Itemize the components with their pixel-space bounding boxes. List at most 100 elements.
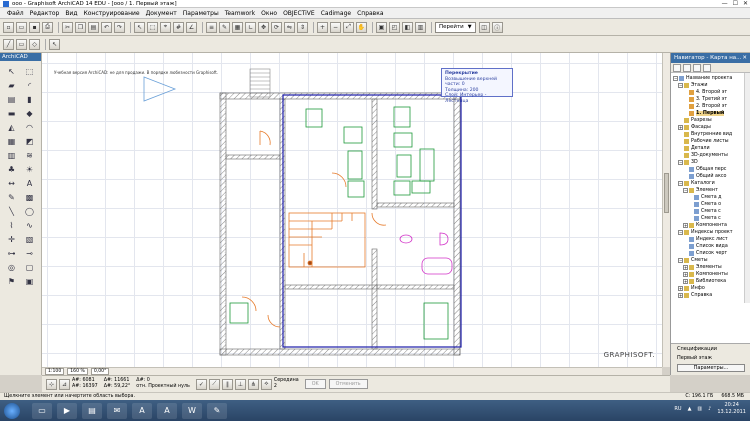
navigator-tree-item[interactable]: Общая перс [671, 166, 750, 173]
expand-toggle-icon[interactable]: − [678, 181, 683, 186]
navigator-tree-item[interactable]: Общий аксо [671, 173, 750, 180]
menu-objective[interactable]: OBJECTiVE [280, 10, 318, 17]
tray-arrow-icon[interactable]: ▲ [688, 406, 692, 412]
curtain-wall-icon[interactable]: ▥ [5, 149, 18, 161]
navigator-tree-item[interactable]: + Библиотека [671, 278, 750, 285]
arc-tool-icon[interactable]: ◯ [23, 205, 36, 217]
guide-icon[interactable]: ∠ [186, 21, 197, 33]
menu-help[interactable]: Справка [354, 10, 386, 17]
navigator-tree-item[interactable]: 3. Третий эт [671, 96, 750, 103]
minimize-button[interactable]: — [722, 0, 728, 7]
navigator-tree-item[interactable]: + Компоненты [671, 271, 750, 278]
navigator-scrollbar[interactable] [744, 73, 750, 303]
navigator-tree-item[interactable]: 4. Второй эт [671, 89, 750, 96]
expand-toggle-icon[interactable]: − [678, 230, 683, 235]
navigator-tree-item[interactable]: Рабочие листы [671, 138, 750, 145]
arrow-tool-icon[interactable]: ↖ [5, 65, 18, 77]
navigator-tree-item[interactable]: + Элементы [671, 264, 750, 271]
relative-coords-icon[interactable]: ⊿ [59, 378, 70, 390]
menu-cadimage[interactable]: Cadimage [318, 10, 354, 17]
expand-toggle-icon[interactable]: + [683, 279, 688, 284]
view-map-icon[interactable] [683, 64, 691, 72]
navigator-tree-item[interactable]: 1. Первый [671, 110, 750, 117]
folder-taskbar-icon[interactable]: ▤ [82, 402, 102, 419]
expand-toggle-icon[interactable]: + [678, 286, 683, 291]
navigator-tree-item[interactable]: − Элемент [671, 187, 750, 194]
language-indicator[interactable]: RU [674, 406, 681, 412]
menu-window[interactable]: Окно [258, 10, 280, 17]
label-tool-icon[interactable]: ✎ [5, 191, 18, 203]
perpendicular-icon[interactable]: ⊥ [234, 378, 246, 390]
vertical-scrollbar[interactable] [662, 53, 670, 367]
navigator-tree-item[interactable]: 2. Второй эт [671, 103, 750, 110]
hotspot-tool-icon[interactable]: ✛ [5, 233, 18, 245]
angle-icon[interactable]: ∟ [245, 21, 256, 33]
rotated-rect-icon[interactable]: ◇ [29, 38, 40, 50]
fill-tool-icon[interactable]: ▩ [23, 191, 36, 203]
start-button[interactable] [4, 402, 20, 419]
beam-tool-icon[interactable]: ▬ [5, 107, 18, 119]
navigator-tree-item[interactable]: 3D-документы [671, 152, 750, 159]
open-file-icon[interactable]: ▭ [16, 21, 27, 33]
clock[interactable]: 20:24 13.12.2011 [717, 402, 746, 416]
object-tool-icon[interactable]: ♣ [5, 163, 18, 175]
checkmark-icon[interactable]: ✓ [195, 378, 207, 390]
expand-toggle-icon[interactable]: − [673, 76, 678, 81]
navigator-tree-item[interactable]: − Этажи [671, 82, 750, 89]
goto-dropdown[interactable]: Перейти ▼ [435, 21, 476, 33]
worksheet-tool-icon[interactable]: ▢ [23, 261, 36, 273]
redo-icon[interactable]: ↷ [114, 21, 125, 33]
expand-toggle-icon[interactable]: − [683, 188, 688, 193]
project-map-icon[interactable] [673, 64, 681, 72]
marquee-icon[interactable]: ⬚ [147, 21, 158, 33]
cut-icon[interactable]: ✂ [62, 21, 73, 33]
navigator-tree-item[interactable]: − Название проекта [671, 75, 750, 82]
change-tool-icon[interactable]: ⚑ [5, 275, 18, 287]
menu-options[interactable]: Параметры [180, 10, 222, 17]
spline-tool-icon[interactable]: ∿ [23, 219, 36, 231]
expand-toggle-icon[interactable]: − [678, 160, 683, 165]
line-method-icon[interactable]: ╱ [3, 38, 14, 50]
wall-tool-icon[interactable]: ▰ [5, 79, 18, 91]
parallel-icon[interactable]: ∥ [221, 378, 233, 390]
navigator-tree-item[interactable]: + Справка [671, 292, 750, 299]
rotation-field[interactable]: 0,00° [90, 368, 110, 375]
expand-toggle-icon[interactable]: − [678, 258, 683, 263]
navigator-tree-item[interactable]: Смета с [671, 208, 750, 215]
maximize-button[interactable]: ☐ [733, 0, 738, 7]
publisher-icon[interactable] [703, 64, 711, 72]
layout-book-icon[interactable] [693, 64, 701, 72]
navigator-tree-item[interactable]: − 3D [671, 159, 750, 166]
snap-mode[interactable]: Середина 2 [274, 378, 299, 390]
close-icon[interactable]: ✕ [742, 53, 747, 63]
rotate-icon[interactable]: ⟳ [271, 21, 282, 33]
save-icon[interactable]: ▪ [29, 21, 40, 33]
3d-view-icon[interactable]: ◰ [389, 21, 400, 33]
media-player-taskbar-icon[interactable]: ▶ [57, 402, 77, 419]
new-file-icon[interactable]: ▫ [3, 21, 14, 33]
navigator-tree-item[interactable]: Смета д [671, 194, 750, 201]
lamp-tool-icon[interactable]: ☀ [23, 163, 36, 175]
pen-icon[interactable]: ✎ [219, 21, 230, 33]
volume-icon[interactable]: ♪ [708, 406, 711, 412]
navigator-tree-item[interactable]: − Каталоги [671, 180, 750, 187]
snap-guides-icon[interactable]: ⊹ [46, 378, 57, 390]
navigator-tree-item[interactable]: + Фасады [671, 124, 750, 131]
application-taskbar-icon[interactable]: A [157, 402, 177, 419]
expand-toggle-icon[interactable]: + [683, 265, 688, 270]
layers-icon[interactable]: ≡ [206, 21, 217, 33]
text-tool-icon[interactable]: A [23, 177, 36, 189]
rect-method-icon[interactable]: ▭ [16, 38, 27, 50]
zoom-in-icon[interactable]: + [317, 21, 328, 33]
navigator-tree-item[interactable]: Список вида [671, 243, 750, 250]
mesh-tool-icon[interactable]: ▦ [5, 135, 18, 147]
snap-icon[interactable]: ⌖ [160, 21, 171, 33]
polyline-tool-icon[interactable]: ⌇ [5, 219, 18, 231]
archicad-taskbar-icon[interactable]: A [132, 402, 152, 419]
plan-view-icon[interactable]: ▣ [376, 21, 387, 33]
word-taskbar-icon[interactable]: W [182, 402, 202, 419]
layout-icon[interactable]: ▥ [415, 21, 426, 33]
door-tool-icon[interactable]: ◜ [23, 79, 36, 91]
navigator-tree-item[interactable]: Внутренние вид [671, 131, 750, 138]
pan-icon[interactable]: ✋ [356, 21, 367, 33]
